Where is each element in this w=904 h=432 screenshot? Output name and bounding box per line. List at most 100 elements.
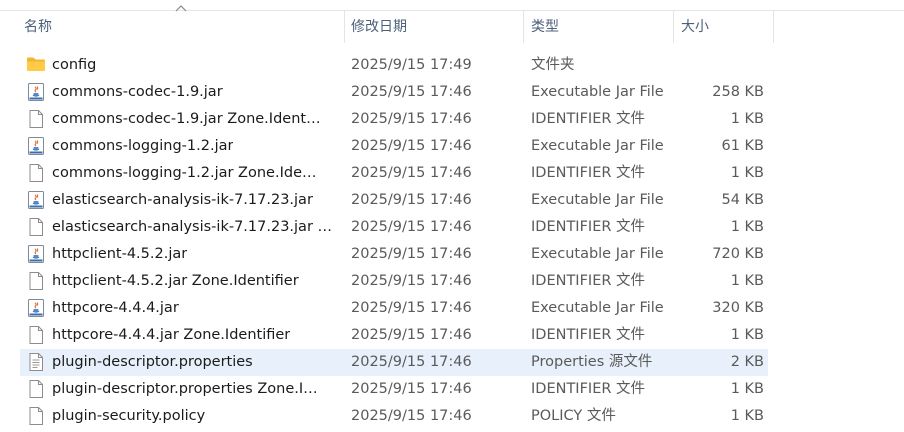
- file-type: Executable Jar File: [531, 192, 664, 208]
- file-name-text: plugin-descriptor.properties: [52, 354, 253, 370]
- file-modified-date: 2025/9/15 17:46: [351, 354, 472, 370]
- file-row[interactable]: plugin-descriptor.properties Zone.I… 2025…: [20, 376, 768, 403]
- jar-icon: [26, 241, 48, 268]
- file-name[interactable]: commons-codec-1.9.jar: [52, 79, 362, 106]
- file-size: 61 KB: [721, 138, 764, 154]
- file-modified-date: 2025/9/15 17:49: [351, 57, 472, 73]
- file-name[interactable]: plugin-descriptor.properties: [52, 349, 362, 376]
- file-name[interactable]: plugin-security.policy: [52, 403, 362, 430]
- file-name-text: elasticsearch-analysis-ik-7.17.23.jar: [52, 192, 313, 208]
- file-name-text: config: [52, 57, 97, 73]
- column-header-date[interactable]: 修改日期: [347, 11, 522, 43]
- file-size: 720 KB: [712, 246, 764, 262]
- file-name[interactable]: httpclient-4.5.2.jar: [52, 241, 362, 268]
- file-type: IDENTIFIER 文件: [531, 381, 646, 397]
- file-row[interactable]: httpclient-4.5.2.jar Zone.Identifier 2025…: [20, 268, 768, 295]
- file-size: 1 KB: [730, 381, 764, 397]
- file-modified-date: 2025/9/15 17:46: [351, 219, 472, 235]
- file-type: Executable Jar File: [531, 138, 664, 154]
- file-modified-date: 2025/9/15 17:46: [351, 273, 472, 289]
- file-type: IDENTIFIER 文件: [531, 165, 646, 181]
- file-name-text: commons-codec-1.9.jar Zone.Ident…: [52, 111, 321, 127]
- file-name-text: commons-codec-1.9.jar: [52, 84, 223, 100]
- column-divider[interactable]: [773, 11, 774, 43]
- file-size: 1 KB: [730, 111, 764, 127]
- file-size: 54 KB: [721, 192, 764, 208]
- file-name[interactable]: httpclient-4.5.2.jar Zone.Identifier: [52, 268, 362, 295]
- file-row[interactable]: plugin-descriptor.properties 2025/9/15 17…: [20, 349, 768, 376]
- file-modified-date: 2025/9/15 17:46: [351, 138, 472, 154]
- file-name-text: commons-logging-1.2.jar: [52, 138, 234, 154]
- file-name[interactable]: httpcore-4.4.4.jar: [52, 295, 362, 322]
- file-name[interactable]: config: [52, 52, 362, 79]
- file-name[interactable]: elasticsearch-analysis-ik-7.17.23.jar: [52, 187, 362, 214]
- file-name[interactable]: commons-logging-1.2.jar Zone.Ide…: [52, 160, 362, 187]
- file-type: Executable Jar File: [531, 300, 664, 316]
- file-row[interactable]: commons-logging-1.2.jar 2025/9/15 17:46 Ex…: [20, 133, 768, 160]
- file-row[interactable]: config 2025/9/15 17:49 文件夹: [20, 52, 768, 79]
- file-name-text: httpcore-4.4.4.jar: [52, 300, 179, 316]
- file-type: IDENTIFIER 文件: [531, 111, 646, 127]
- file-row[interactable]: commons-codec-1.9.jar Zone.Ident… 2025/9/…: [20, 106, 768, 133]
- file-size: 2 KB: [730, 354, 764, 370]
- file-type: 文件夹: [531, 57, 575, 73]
- file-row[interactable]: commons-codec-1.9.jar 2025/9/15 17:46 Exec…: [20, 79, 768, 106]
- column-header-size[interactable]: 大小: [677, 11, 772, 43]
- jar-icon: [26, 295, 48, 322]
- file-size: [680, 52, 764, 79]
- file-name[interactable]: plugin-descriptor.properties Zone.I…: [52, 376, 362, 403]
- properties-file-icon: [26, 349, 48, 376]
- file-modified-date: 2025/9/15 17:46: [351, 381, 472, 397]
- file-row[interactable]: httpcore-4.4.4.jar 2025/9/15 17:46 Executa…: [20, 295, 768, 322]
- file-modified-date: 2025/9/15 17:46: [351, 300, 472, 316]
- file-name-text: httpclient-4.5.2.jar Zone.Identifier: [52, 273, 299, 289]
- file-name[interactable]: commons-codec-1.9.jar Zone.Ident…: [52, 106, 362, 133]
- file-row[interactable]: httpclient-4.5.2.jar 2025/9/15 17:46 Execu…: [20, 241, 768, 268]
- file-type: Executable Jar File: [531, 84, 664, 100]
- file-icon: [26, 268, 48, 295]
- file-icon: [26, 214, 48, 241]
- file-row[interactable]: elasticsearch-analysis-ik-7.17.23.jar 202…: [20, 187, 768, 214]
- file-name[interactable]: elasticsearch-analysis-ik-7.17.23.jar …: [52, 214, 362, 241]
- column-divider[interactable]: [673, 11, 674, 43]
- file-name-text: httpclient-4.5.2.jar: [52, 246, 188, 262]
- file-name[interactable]: commons-logging-1.2.jar: [52, 133, 362, 160]
- file-modified-date: 2025/9/15 17:46: [351, 408, 472, 424]
- jar-icon: [26, 79, 48, 106]
- file-size: 1 KB: [730, 273, 764, 289]
- file-name[interactable]: httpcore-4.4.4.jar Zone.Identifier: [52, 322, 362, 349]
- file-type: IDENTIFIER 文件: [531, 327, 646, 343]
- file-name-text: elasticsearch-analysis-ik-7.17.23.jar …: [52, 219, 333, 235]
- file-name-text: commons-logging-1.2.jar Zone.Ide…: [52, 165, 317, 181]
- file-size: 1 KB: [730, 408, 764, 424]
- file-size: 1 KB: [730, 327, 764, 343]
- file-row[interactable]: httpcore-4.4.4.jar Zone.Identifier 2025/9…: [20, 322, 768, 349]
- file-row[interactable]: elasticsearch-analysis-ik-7.17.23.jar … 2…: [20, 214, 768, 241]
- file-size: 320 KB: [712, 300, 764, 316]
- file-size: 1 KB: [730, 165, 764, 181]
- column-header-name[interactable]: 名称: [20, 11, 342, 43]
- file-icon: [26, 403, 48, 430]
- file-name-text: plugin-security.policy: [52, 408, 206, 424]
- file-size: 1 KB: [730, 219, 764, 235]
- column-divider[interactable]: [344, 11, 345, 43]
- file-modified-date: 2025/9/15 17:46: [351, 327, 472, 343]
- column-header: 名称 修改日期 类型 大小: [0, 5, 904, 43]
- file-row[interactable]: commons-logging-1.2.jar Zone.Ide… 2025/9/…: [20, 160, 768, 187]
- file-row[interactable]: plugin-security.policy 2025/9/15 17:46 POL…: [20, 403, 768, 430]
- file-modified-date: 2025/9/15 17:46: [351, 246, 472, 262]
- file-type: Properties 源文件: [531, 354, 653, 370]
- file-icon: [26, 376, 48, 403]
- file-modified-date: 2025/9/15 17:46: [351, 84, 472, 100]
- file-type: IDENTIFIER 文件: [531, 273, 646, 289]
- file-icon: [26, 322, 48, 349]
- column-header-type[interactable]: 类型: [527, 11, 672, 43]
- jar-icon: [26, 187, 48, 214]
- file-icon: [26, 160, 48, 187]
- folder-icon: [26, 52, 48, 79]
- file-type: IDENTIFIER 文件: [531, 219, 646, 235]
- file-type: Executable Jar File: [531, 246, 664, 262]
- file-modified-date: 2025/9/15 17:46: [351, 192, 472, 208]
- file-size: 258 KB: [712, 84, 764, 100]
- column-divider[interactable]: [523, 11, 524, 43]
